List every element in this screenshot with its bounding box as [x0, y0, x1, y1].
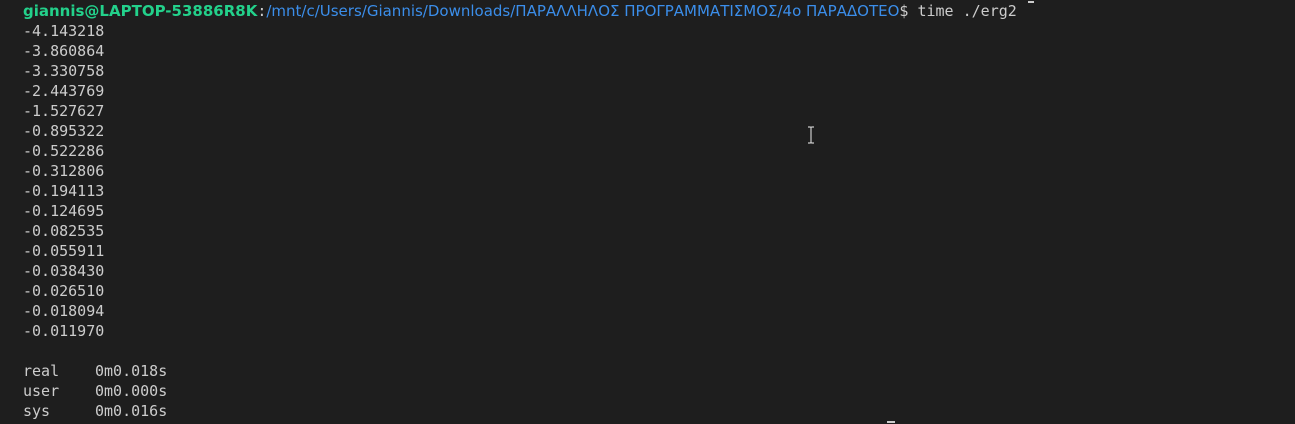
output-line: -0.895322: [23, 122, 105, 140]
output-line: -0.026510: [23, 282, 105, 300]
timing-row-user: user 0m0.000s: [23, 381, 1295, 401]
output-line: -0.312806: [23, 162, 105, 180]
output-line: -1.527627: [23, 102, 105, 120]
output-block: -4.143218 -3.860864 -3.330758 -2.443769 …: [23, 21, 1295, 341]
timing-block: real 0m0.018s user 0m0.000s sys 0m0.016s: [23, 361, 1295, 421]
output-line: -0.522286: [23, 142, 105, 160]
output-line: -3.330758: [23, 62, 105, 80]
output-line: -4.143218: [23, 22, 105, 40]
ibeam-cursor-icon: [808, 126, 814, 144]
timing-value: 0m0.000s: [95, 382, 168, 400]
output-line: -3.860864: [23, 42, 105, 60]
scroll-artifact: [1028, 1, 1034, 3]
terminal-window[interactable]: giannis@LAPTOP-53886R8K:/mnt/c/Users/Gia…: [0, 1, 1295, 424]
text-caret: [887, 421, 895, 423]
timing-value: 0m0.016s: [95, 402, 168, 420]
prompt-separator: :: [257, 2, 267, 20]
prompt-line: giannis@LAPTOP-53886R8K:/mnt/c/Users/Gia…: [23, 1, 1295, 21]
command-text: time ./erg2: [908, 2, 1017, 20]
timing-row-sys: sys 0m0.016s: [23, 401, 1295, 421]
timing-label: user: [23, 382, 60, 400]
output-line: -0.018094: [23, 302, 105, 320]
timing-value: 0m0.018s: [95, 362, 168, 380]
output-line: -2.443769: [23, 82, 105, 100]
output-line: -0.124695: [23, 202, 105, 220]
output-line: -0.011970: [23, 322, 105, 340]
output-line: -0.055911: [23, 242, 105, 260]
output-line: -0.082535: [23, 222, 105, 240]
output-line: -0.038430: [23, 262, 105, 280]
prompt-path: /mnt/c/Users/Giannis/Downloads/ΠΑΡΑΛΛΗΛΟ…: [266, 2, 900, 20]
output-line: -0.194113: [23, 182, 105, 200]
prompt-user-host: giannis@LAPTOP-53886R8K: [23, 2, 258, 20]
timing-label: sys: [23, 402, 51, 420]
timing-label: real: [23, 362, 60, 380]
timing-row-real: real 0m0.018s: [23, 361, 1295, 381]
